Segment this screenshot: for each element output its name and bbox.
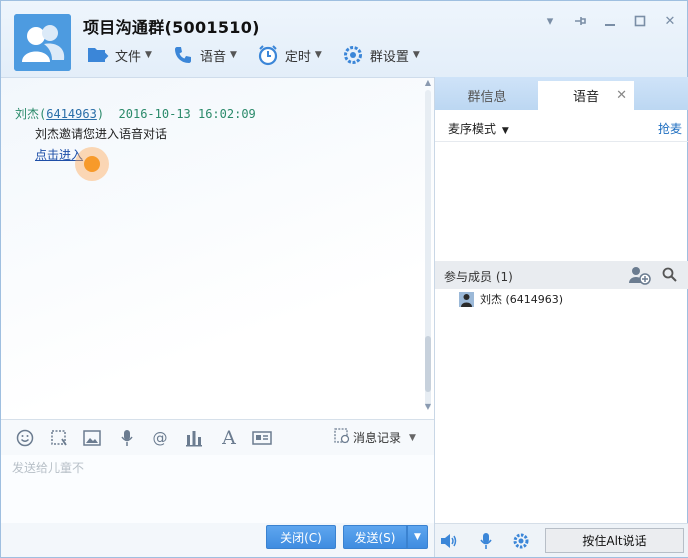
- voice-label: 语音: [199, 49, 226, 65]
- message-timestamp: 2016-10-13 16:02:09: [118, 107, 256, 121]
- group-title: 项目沟通群(5001510): [83, 18, 260, 37]
- chat-window: 项目沟通群(5001510) ▾ ✕ 文件 ▼ 语音 ▼ 定时 ▼ 群设置 ▼ …: [0, 0, 688, 558]
- tab-voice[interactable]: 语音 ✕: [538, 81, 634, 110]
- mic-order-mode-dropdown[interactable]: 麦序模式 ▼: [448, 120, 509, 137]
- message-area[interactable]: 刘杰(6414963) 2016-10-13 16:02:09 刘杰邀请您进入语…: [1, 77, 434, 419]
- speaker-icon[interactable]: [440, 532, 458, 550]
- close-tab-icon[interactable]: ✕: [616, 88, 627, 103]
- chevron-down-icon: ▼: [229, 50, 237, 60]
- send-options-dropdown[interactable]: ▼: [407, 525, 428, 549]
- member-item[interactable]: 刘杰 (6414963): [459, 291, 563, 307]
- user-avatar-icon: [459, 291, 474, 307]
- group-avatar-icon[interactable]: [14, 14, 71, 71]
- microphone-icon[interactable]: [477, 532, 495, 550]
- dropdown-arrow-icon[interactable]: ▾: [540, 11, 560, 31]
- pin-icon[interactable]: [570, 11, 590, 31]
- image-icon[interactable]: [82, 428, 102, 448]
- microphone-icon[interactable]: [117, 428, 137, 448]
- send-bar: 关闭(C) 发送(S) ▼: [1, 523, 434, 557]
- group-settings-menu[interactable]: 群设置 ▼: [342, 41, 420, 69]
- emoji-icon[interactable]: [15, 428, 35, 448]
- sender-name[interactable]: 刘杰: [15, 107, 39, 121]
- search-icon[interactable]: [662, 267, 677, 285]
- members-header: 参与成员 (1): [435, 261, 688, 289]
- timer-label: 定时: [284, 49, 311, 65]
- grab-mic-link[interactable]: 抢麦: [658, 120, 682, 137]
- chevron-down-icon: ▼: [412, 50, 420, 60]
- chevron-down-icon: ▼: [314, 50, 322, 60]
- voice-controls: 按住Alt说话: [435, 523, 688, 557]
- mode-label: 麦序模式: [448, 122, 497, 136]
- folder-icon: [87, 44, 109, 66]
- push-to-talk-button[interactable]: 按住Alt说话: [545, 528, 684, 553]
- card-icon[interactable]: [252, 428, 272, 448]
- message-input[interactable]: 发送给儿童不: [1, 455, 434, 523]
- chevron-down-icon: ▼: [409, 432, 416, 443]
- screenshot-icon[interactable]: [49, 428, 69, 448]
- message-history-button[interactable]: 消息记录 ▼: [334, 428, 416, 447]
- file-menu[interactable]: 文件 ▼: [87, 41, 152, 69]
- phone-icon: [172, 44, 194, 66]
- add-member-icon[interactable]: [628, 265, 652, 288]
- message-scrollbar[interactable]: ▲ ▼: [422, 78, 434, 418]
- mention-icon[interactable]: @: [150, 428, 170, 448]
- scroll-down-icon[interactable]: ▼: [422, 402, 434, 411]
- history-label: 消息记录: [353, 431, 402, 445]
- tab-voice-label: 语音: [572, 90, 599, 105]
- file-label: 文件: [115, 49, 142, 65]
- font-icon[interactable]: A: [219, 427, 239, 449]
- window-header: 项目沟通群(5001510) ▾ ✕ 文件 ▼ 语音 ▼ 定时 ▼ 群设置 ▼: [1, 1, 687, 77]
- scroll-up-icon[interactable]: ▲: [422, 78, 434, 87]
- close-button[interactable]: 关闭(C): [266, 525, 336, 549]
- click-indicator: [75, 147, 109, 181]
- voice-menu[interactable]: 语音 ▼: [172, 41, 237, 69]
- members-count-label: 参与成员 (1): [444, 270, 513, 284]
- member-name: 刘杰 (6414963): [480, 293, 564, 306]
- sender-id[interactable]: 6414963: [46, 107, 97, 121]
- chevron-down-icon: ▼: [414, 532, 421, 542]
- alarm-clock-icon: [257, 44, 279, 66]
- scroll-thumb[interactable]: [425, 336, 431, 392]
- send-button[interactable]: 发送(S): [343, 525, 407, 549]
- group-settings-label: 群设置: [369, 49, 409, 65]
- tab-group-info[interactable]: 群信息: [437, 81, 537, 110]
- minimize-icon[interactable]: [600, 11, 620, 31]
- maximize-icon[interactable]: [630, 11, 650, 31]
- chevron-down-icon: ▼: [501, 126, 509, 136]
- input-toolbar: @ A 消息记录 ▼: [1, 419, 434, 455]
- history-icon: [334, 428, 350, 447]
- message-text: 刘杰邀请您进入语音对话: [35, 127, 168, 141]
- main-toolbar: 文件 ▼ 语音 ▼ 定时 ▼ 群设置 ▼: [87, 41, 440, 69]
- gear-icon[interactable]: [512, 532, 530, 550]
- bar-chart-icon[interactable]: [184, 428, 204, 448]
- chevron-down-icon: ▼: [145, 50, 152, 60]
- side-panel: 群信息 语音 ✕ 麦序模式 ▼ 抢麦 参与成员 (1) 刘杰 (6414963)…: [434, 77, 688, 557]
- close-icon[interactable]: ✕: [660, 11, 680, 31]
- mode-row: 麦序模式 ▼ 抢麦: [435, 110, 688, 142]
- message-header: 刘杰(6414963) 2016-10-13 16:02:09: [15, 107, 256, 121]
- timer-menu[interactable]: 定时 ▼: [257, 41, 322, 69]
- side-tabs: 群信息 语音 ✕: [435, 77, 688, 110]
- input-placeholder: 发送给儿童不: [12, 461, 85, 475]
- gear-icon: [342, 44, 364, 66]
